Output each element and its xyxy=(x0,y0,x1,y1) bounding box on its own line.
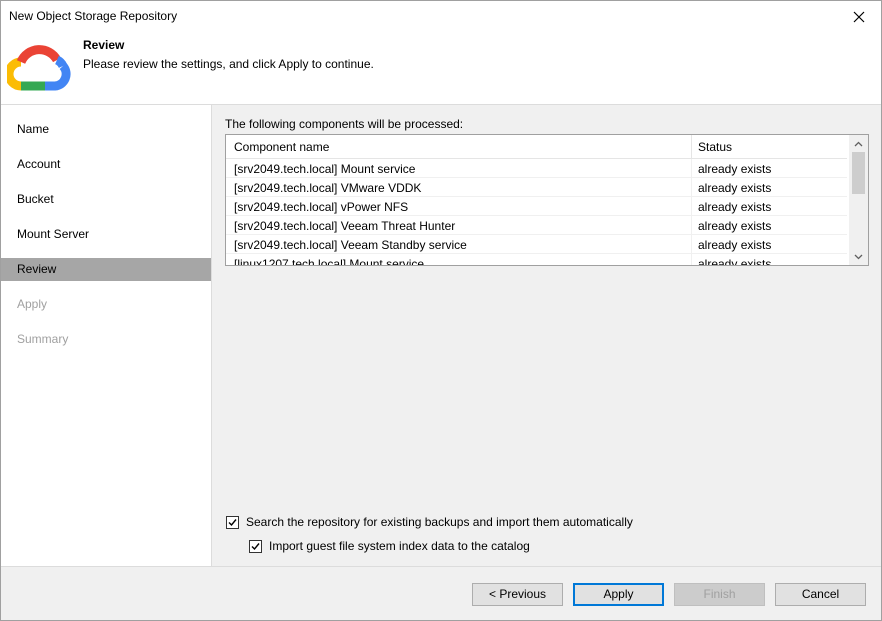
step-name[interactable]: Name xyxy=(1,118,211,141)
finish-button: Finish xyxy=(674,583,765,606)
cancel-button[interactable]: Cancel xyxy=(775,583,866,606)
chevron-down-icon xyxy=(854,254,863,259)
table-row[interactable]: [linux1207.tech.local] Mount service alr… xyxy=(226,254,847,266)
component-name-cell: [linux1207.tech.local] Mount service xyxy=(234,257,425,266)
main-content: The following components will be process… xyxy=(212,105,881,566)
components-intro-label: The following components will be process… xyxy=(225,117,464,131)
status-cell: already exists xyxy=(698,181,772,195)
scrollbar-thumb[interactable] xyxy=(852,152,865,194)
status-cell: already exists xyxy=(698,219,772,233)
wizard-window: New Object Storage Repository Review Ple… xyxy=(0,0,882,621)
table-row[interactable]: [srv2049.tech.local] Mount service alrea… xyxy=(226,159,847,178)
component-name-cell: [srv2049.tech.local] Mount service xyxy=(234,162,416,176)
status-cell: already exists xyxy=(698,200,772,214)
scroll-down-button[interactable] xyxy=(849,248,868,265)
table-row[interactable]: [srv2049.tech.local] vPower NFS already … xyxy=(226,197,847,216)
close-button[interactable] xyxy=(837,1,881,32)
table-header: Component name Status xyxy=(226,135,847,159)
search-existing-backups-option[interactable]: Search the repository for existing backu… xyxy=(226,515,633,529)
table-vertical-scrollbar[interactable] xyxy=(849,135,868,265)
wizard-footer: < Previous Apply Finish Cancel xyxy=(1,566,881,620)
component-name-cell: [srv2049.tech.local] Veeam Standby servi… xyxy=(234,238,467,252)
window-title: New Object Storage Repository xyxy=(9,9,178,23)
status-cell: already exists xyxy=(698,162,772,176)
step-apply: Apply xyxy=(17,297,48,311)
component-name-cell: [srv2049.tech.local] VMware VDDK xyxy=(234,181,422,195)
column-divider[interactable] xyxy=(691,135,692,159)
checkmark-icon xyxy=(251,542,260,550)
checkmark-icon xyxy=(228,518,237,526)
import-index-label[interactable]: Import guest file system index data to t… xyxy=(269,539,530,553)
import-index-checkbox[interactable] xyxy=(249,539,262,553)
step-summary: Summary xyxy=(17,332,69,346)
step-bucket[interactable]: Bucket xyxy=(1,188,211,211)
step-mount-server[interactable]: Mount Server xyxy=(1,223,211,246)
scroll-up-button[interactable] xyxy=(849,135,868,152)
step-review[interactable]: Review xyxy=(1,258,211,281)
table-row[interactable]: [srv2049.tech.local] Veeam Standby servi… xyxy=(226,235,847,254)
page-subtitle: Please review the settings, and click Ap… xyxy=(83,57,374,71)
step-account[interactable]: Account xyxy=(1,153,211,176)
component-name-cell: [srv2049.tech.local] vPower NFS xyxy=(234,200,409,214)
column-header-status[interactable]: Status xyxy=(698,140,732,154)
title-bar: New Object Storage Repository xyxy=(1,1,881,32)
column-header-component-name[interactable]: Component name xyxy=(234,140,329,154)
wizard-steps-sidebar: Name Account Bucket Mount Server Review … xyxy=(1,105,212,566)
components-table[interactable]: Component name Status [srv2049.tech.loca… xyxy=(225,134,869,266)
import-index-option[interactable]: Import guest file system index data to t… xyxy=(249,539,530,553)
search-existing-backups-checkbox[interactable] xyxy=(226,515,239,529)
table-row[interactable]: [srv2049.tech.local] VMware VDDK already… xyxy=(226,178,847,197)
previous-button[interactable]: < Previous xyxy=(472,583,563,606)
google-cloud-logo xyxy=(7,45,71,91)
status-cell: already exists xyxy=(698,257,772,266)
apply-button[interactable]: Apply xyxy=(573,583,664,606)
chevron-up-icon xyxy=(854,141,863,146)
page-title: Review xyxy=(83,38,125,52)
status-cell: already exists xyxy=(698,238,772,252)
component-name-cell: [srv2049.tech.local] Veeam Threat Hunter xyxy=(234,219,456,233)
search-existing-backups-label[interactable]: Search the repository for existing backu… xyxy=(246,515,633,529)
table-row[interactable]: [srv2049.tech.local] Veeam Threat Hunter… xyxy=(226,216,847,235)
close-icon xyxy=(853,11,865,22)
wizard-header: Review Please review the settings, and c… xyxy=(1,32,881,105)
